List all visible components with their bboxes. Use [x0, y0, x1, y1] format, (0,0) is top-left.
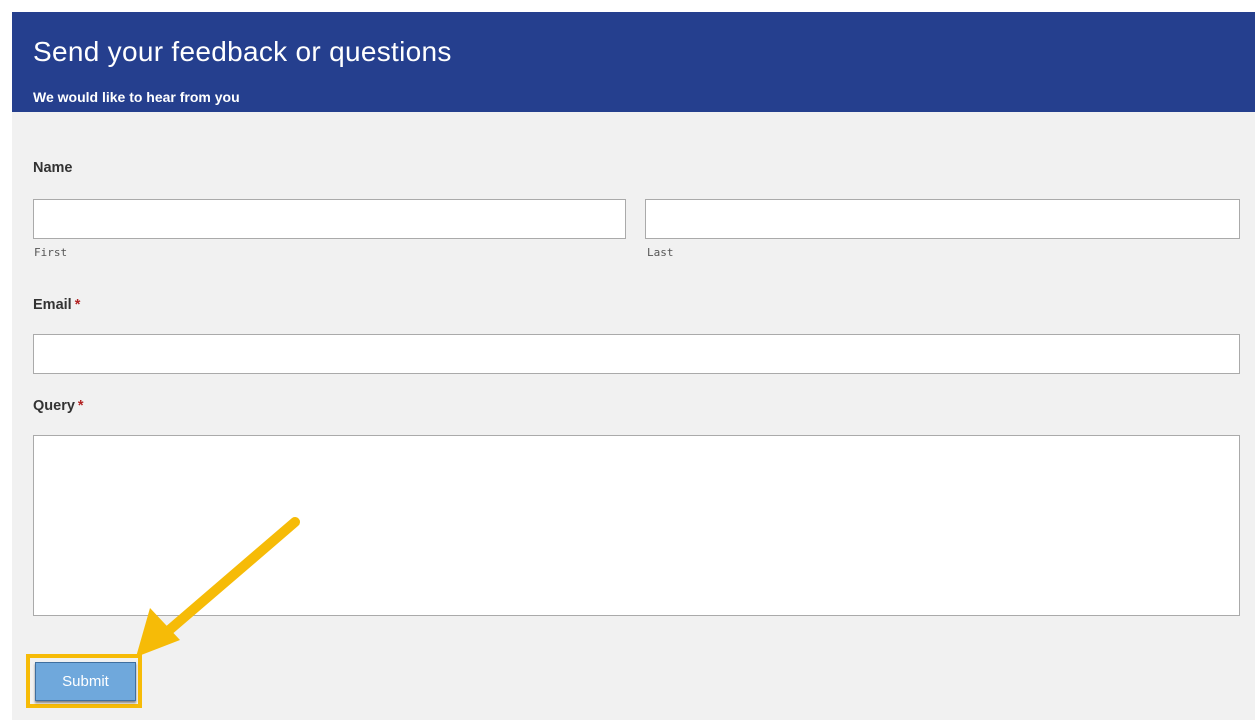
name-label-text: Name: [33, 160, 73, 176]
query-label-text: Query: [33, 398, 75, 414]
form-subtitle: We would like to hear from you: [33, 89, 240, 105]
email-field[interactable]: [33, 334, 1240, 374]
last-name-field[interactable]: [645, 199, 1240, 239]
first-name-sublabel: First: [34, 246, 68, 259]
page: Send your feedback or questions We would…: [0, 0, 1255, 720]
query-required-marker: *: [77, 398, 84, 414]
form-title: Send your feedback or questions: [33, 36, 452, 67]
email-required-marker: *: [74, 297, 81, 313]
email-label-text: Email: [33, 297, 72, 313]
email-label: Email *: [33, 297, 80, 313]
last-name-sublabel: Last: [647, 246, 674, 259]
submit-button[interactable]: Submit: [35, 662, 136, 701]
query-label: Query *: [33, 398, 84, 414]
name-label: Name: [33, 160, 73, 176]
first-name-field[interactable]: [33, 199, 626, 239]
form-header: Send your feedback or questions We would…: [12, 12, 1255, 112]
query-textarea[interactable]: [33, 435, 1240, 616]
